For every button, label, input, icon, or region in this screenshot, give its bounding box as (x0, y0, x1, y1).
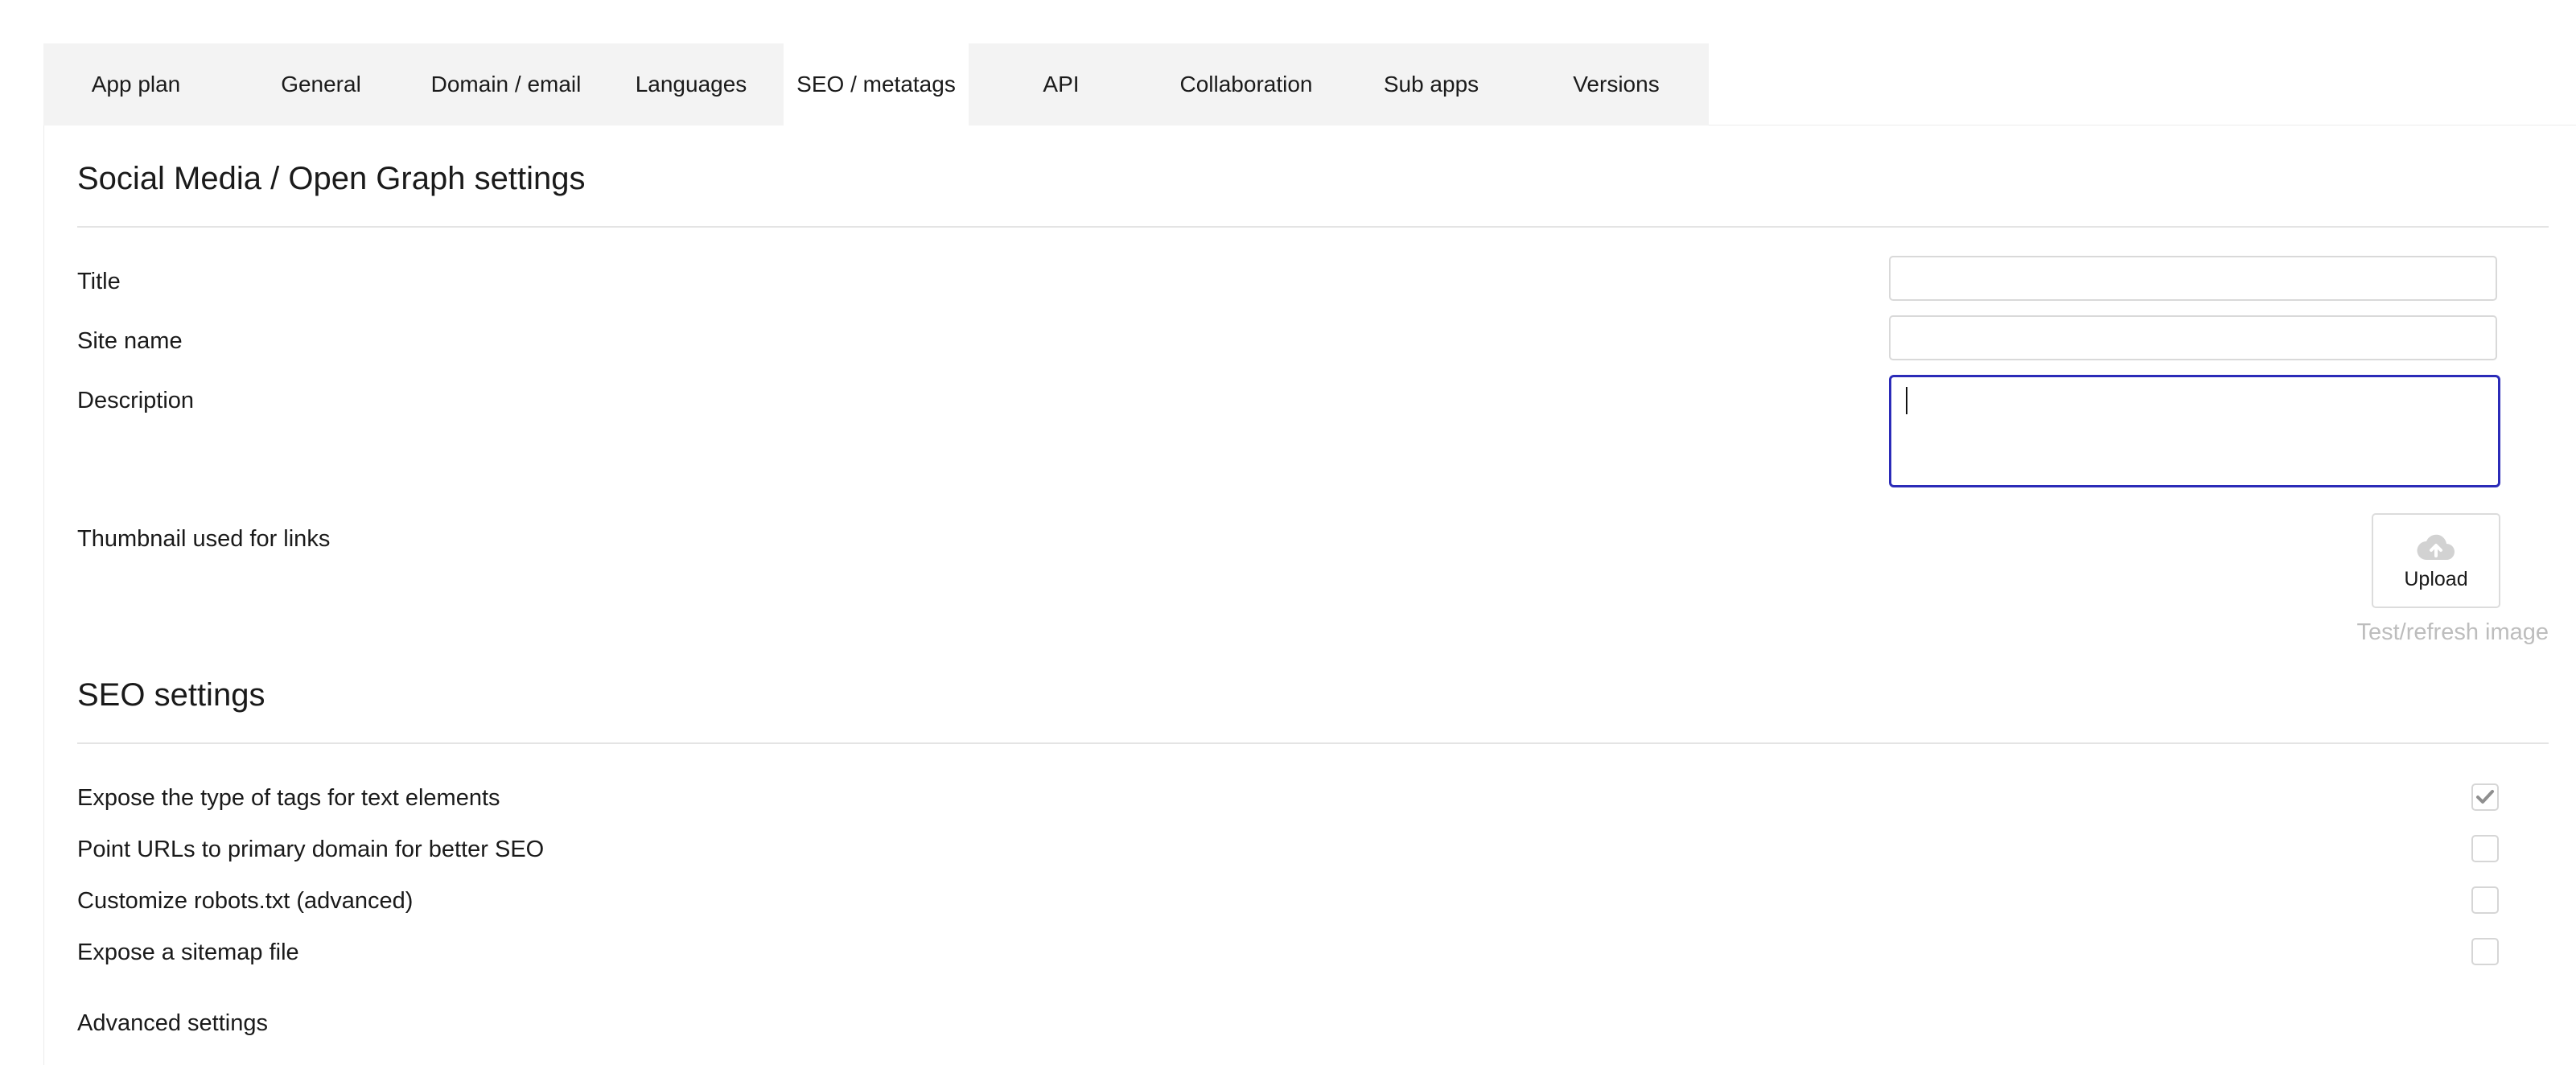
seo-option-label: Expose the type of tags for text element… (77, 785, 500, 811)
cloud-upload-icon (2417, 534, 2455, 560)
seo-option-label: Expose a sitemap file (77, 940, 299, 965)
social-section-heading: Social Media / Open Graph settings (77, 161, 586, 196)
tab-general[interactable]: General (228, 43, 414, 125)
tab-versions[interactable]: Versions (1524, 43, 1709, 125)
tab-app-plan[interactable]: App plan (43, 43, 228, 125)
tab-domain-email[interactable]: Domain / email (414, 43, 599, 125)
tab-sub-apps[interactable]: Sub apps (1339, 43, 1524, 125)
og-description-textarea[interactable] (1889, 375, 2500, 487)
tab-languages[interactable]: Languages (599, 43, 784, 125)
seo-section-heading: SEO settings (77, 677, 265, 713)
title-label: Title (77, 269, 121, 294)
primary-domain-checkbox[interactable] (2471, 835, 2499, 862)
text-caret (1906, 387, 1907, 414)
tab-collaboration[interactable]: Collaboration (1154, 43, 1339, 125)
checkmark-icon (2476, 790, 2494, 804)
robots-txt-checkbox[interactable] (2471, 886, 2499, 914)
section-divider (77, 226, 2549, 228)
thumbnail-label: Thumbnail used for links (77, 526, 331, 552)
description-label: Description (77, 388, 195, 413)
expose-tags-checkbox[interactable] (2471, 783, 2499, 811)
site-name-label: Site name (77, 328, 183, 354)
settings-tab-bar: App plan General Domain / email Language… (43, 43, 1709, 125)
test-refresh-image-link[interactable]: Test/refresh image (2356, 619, 2549, 646)
upload-label: Upload (2404, 567, 2468, 590)
upload-thumbnail-button[interactable]: Upload (2372, 513, 2500, 608)
og-title-input[interactable] (1889, 256, 2497, 301)
sitemap-checkbox[interactable] (2471, 938, 2499, 965)
advanced-settings-label[interactable]: Advanced settings (77, 1010, 268, 1037)
tab-api[interactable]: API (969, 43, 1154, 125)
tab-seo-metatags[interactable]: SEO / metatags (784, 43, 969, 125)
section-divider (77, 742, 2549, 744)
seo-option-label: Customize robots.txt (advanced) (77, 888, 414, 914)
og-site-name-input[interactable] (1889, 315, 2497, 360)
content-left-border (43, 125, 44, 1065)
seo-option-label: Point URLs to primary domain for better … (77, 837, 545, 862)
